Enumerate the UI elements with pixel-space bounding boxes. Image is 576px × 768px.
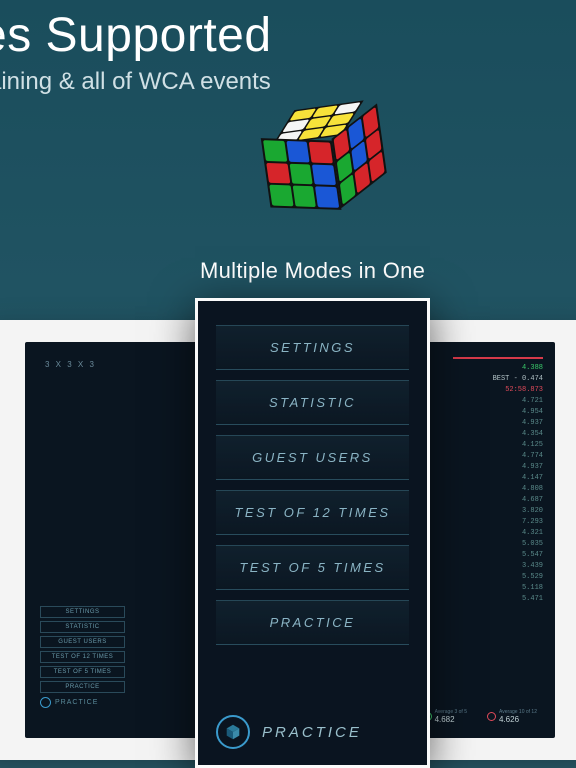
time-value: 4.721: [453, 396, 543, 407]
time-value: 4.937: [453, 418, 543, 429]
circle-icon: [487, 712, 496, 721]
time-value: 4.354: [453, 429, 543, 440]
mini-menu-item[interactable]: TEST OF 12 TIMES: [40, 651, 125, 663]
hero-subtitle: raining & all of WCA events: [0, 68, 271, 96]
center-menu-panel: SETTINGS STATISTIC GUEST USERS TEST OF 1…: [195, 298, 430, 768]
time-value: 4.954: [453, 407, 543, 418]
stat-value: 4.388: [453, 363, 543, 374]
practice-footer: PRACTICE: [216, 701, 409, 749]
cube-icon: [40, 697, 51, 708]
time-value: 4.321: [453, 528, 543, 539]
time-value: 5.529: [453, 572, 543, 583]
menu-item-guest-users[interactable]: GUEST USERS: [216, 435, 409, 480]
cube-icon: [216, 715, 250, 749]
bottom-stats: Average 3 of 5 4.682 Average 10 of 12 4.…: [423, 710, 537, 725]
avg12-value: 4.626: [499, 715, 537, 724]
cube-illustration: [247, 97, 383, 233]
mini-menu-item[interactable]: STATISTIC: [40, 621, 125, 633]
mini-practice-label: PRACTICE: [55, 699, 98, 706]
time-value: 5.035: [453, 539, 543, 550]
hero-title: es Supported: [0, 8, 272, 63]
stat-value: 52:58.873: [453, 385, 543, 396]
mini-menu-item[interactable]: GUEST USERS: [40, 636, 125, 648]
menu-item-test-5[interactable]: TEST OF 5 TIMES: [216, 545, 409, 590]
time-value: 4.125: [453, 440, 543, 451]
ipad-mini-menu: SETTINGS STATISTIC GUEST USERS TEST OF 1…: [40, 606, 125, 708]
tagline: Multiple Modes in One: [200, 258, 425, 284]
time-value: 7.293: [453, 517, 543, 528]
mini-menu-item[interactable]: TEST OF 5 TIMES: [40, 666, 125, 678]
time-value: 4.937: [453, 462, 543, 473]
time-value: 3.820: [453, 506, 543, 517]
menu-item-settings[interactable]: SETTINGS: [216, 325, 409, 370]
menu-item-test-12[interactable]: TEST OF 12 TIMES: [216, 490, 409, 535]
time-value: 3.439: [453, 561, 543, 572]
time-value: 4.774: [453, 451, 543, 462]
stats-panel: 4.388 BEST - 0.474 52:58.873 4.7214.9544…: [453, 357, 543, 605]
time-value: 4.147: [453, 473, 543, 484]
time-value: 4.808: [453, 484, 543, 495]
menu-list: SETTINGS STATISTIC GUEST USERS TEST OF 1…: [216, 325, 409, 701]
menu-item-practice[interactable]: PRACTICE: [216, 600, 409, 645]
time-value: 5.547: [453, 550, 543, 561]
avg5-value: 4.682: [435, 715, 467, 724]
time-value: 4.687: [453, 495, 543, 506]
cube-type-label: 3 X 3 X 3: [45, 360, 96, 369]
time-value: 5.118: [453, 583, 543, 594]
footer-label: PRACTICE: [262, 724, 362, 741]
menu-item-statistic[interactable]: STATISTIC: [216, 380, 409, 425]
mini-menu-item[interactable]: SETTINGS: [40, 606, 125, 618]
time-value: 5.471: [453, 594, 543, 605]
best-label: BEST - 0.474: [453, 374, 543, 385]
mini-menu-item[interactable]: PRACTICE: [40, 681, 125, 693]
